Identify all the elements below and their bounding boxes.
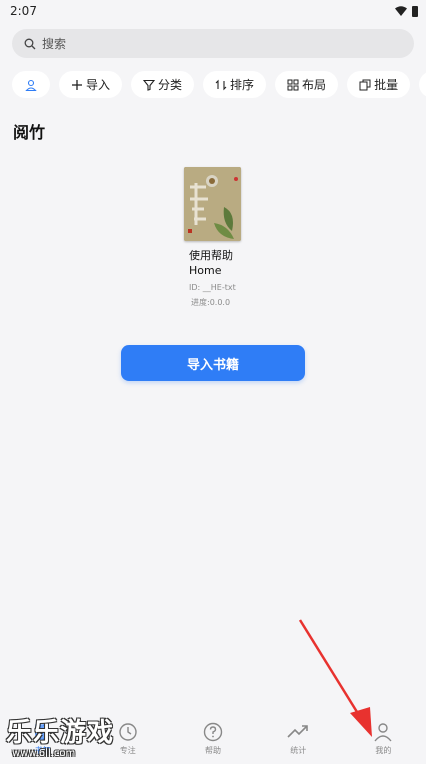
user-icon — [25, 79, 37, 91]
sort-icon — [215, 79, 227, 90]
search-bar[interactable]: 搜索 — [12, 29, 414, 58]
user-filter-chip[interactable] — [12, 71, 50, 98]
more-chip-partial[interactable] — [419, 71, 426, 98]
book-card[interactable]: 使用帮助 Home ID: __HE-txt 进度:0.0.0 — [184, 167, 264, 309]
nav-label-focus: 专注 — [119, 746, 136, 755]
copy-icon — [359, 79, 371, 90]
category-chip-label: 分类 — [158, 78, 183, 92]
annotation-arrow — [298, 619, 372, 737]
clock-icon — [119, 723, 137, 741]
watermark-url: www.6ll.com — [12, 748, 76, 759]
battery-icon — [412, 5, 418, 17]
import-chip[interactable]: 导入 — [59, 71, 123, 98]
wifi-icon — [395, 6, 407, 16]
nav-label-me: 我的 — [375, 746, 392, 755]
layout-chip-label: 布局 — [302, 78, 327, 92]
book-title-line2: Home — [189, 264, 222, 277]
nav-label-help: 帮助 — [205, 746, 221, 755]
sort-chip-label: 排序 — [230, 78, 255, 92]
import-books-button[interactable]: 导入书籍 — [121, 345, 305, 381]
layout-chip[interactable]: 布局 — [275, 71, 339, 98]
search-placeholder: 搜索 — [42, 37, 67, 51]
filter-icon — [143, 79, 156, 91]
batch-chip-label: 批量 — [374, 78, 399, 92]
import-chip-label: 导入 — [86, 78, 111, 92]
grid-icon — [287, 79, 299, 90]
nav-item-help[interactable]: 帮助 — [170, 714, 255, 764]
sort-chip[interactable]: 排序 — [203, 71, 267, 98]
book-title: 使用帮助 Home — [189, 248, 264, 278]
help-circle-icon — [203, 722, 223, 742]
watermark-logo: 乐乐游戏 — [6, 718, 115, 748]
nav-label-stats: 统计 — [290, 746, 307, 755]
category-chip[interactable]: 分类 — [131, 71, 195, 98]
status-time: 2:07 — [10, 4, 37, 18]
section-title: 阅竹 — [13, 123, 46, 142]
status-bar: 2:07 — [0, 0, 426, 22]
batch-chip[interactable]: 批量 — [347, 71, 411, 98]
toolbar-chips: 导入 分类 排序 布局 批量 — [12, 71, 426, 98]
plus-icon — [72, 79, 82, 90]
book-cover-art — [184, 167, 241, 241]
search-icon — [24, 38, 36, 49]
status-icons — [395, 5, 418, 17]
book-cover[interactable] — [184, 167, 241, 241]
book-progress: 进度:0.0.0 — [191, 298, 231, 307]
book-title-line1: 使用帮助 — [189, 249, 233, 262]
book-id: ID: __HE-txt — [189, 283, 236, 292]
